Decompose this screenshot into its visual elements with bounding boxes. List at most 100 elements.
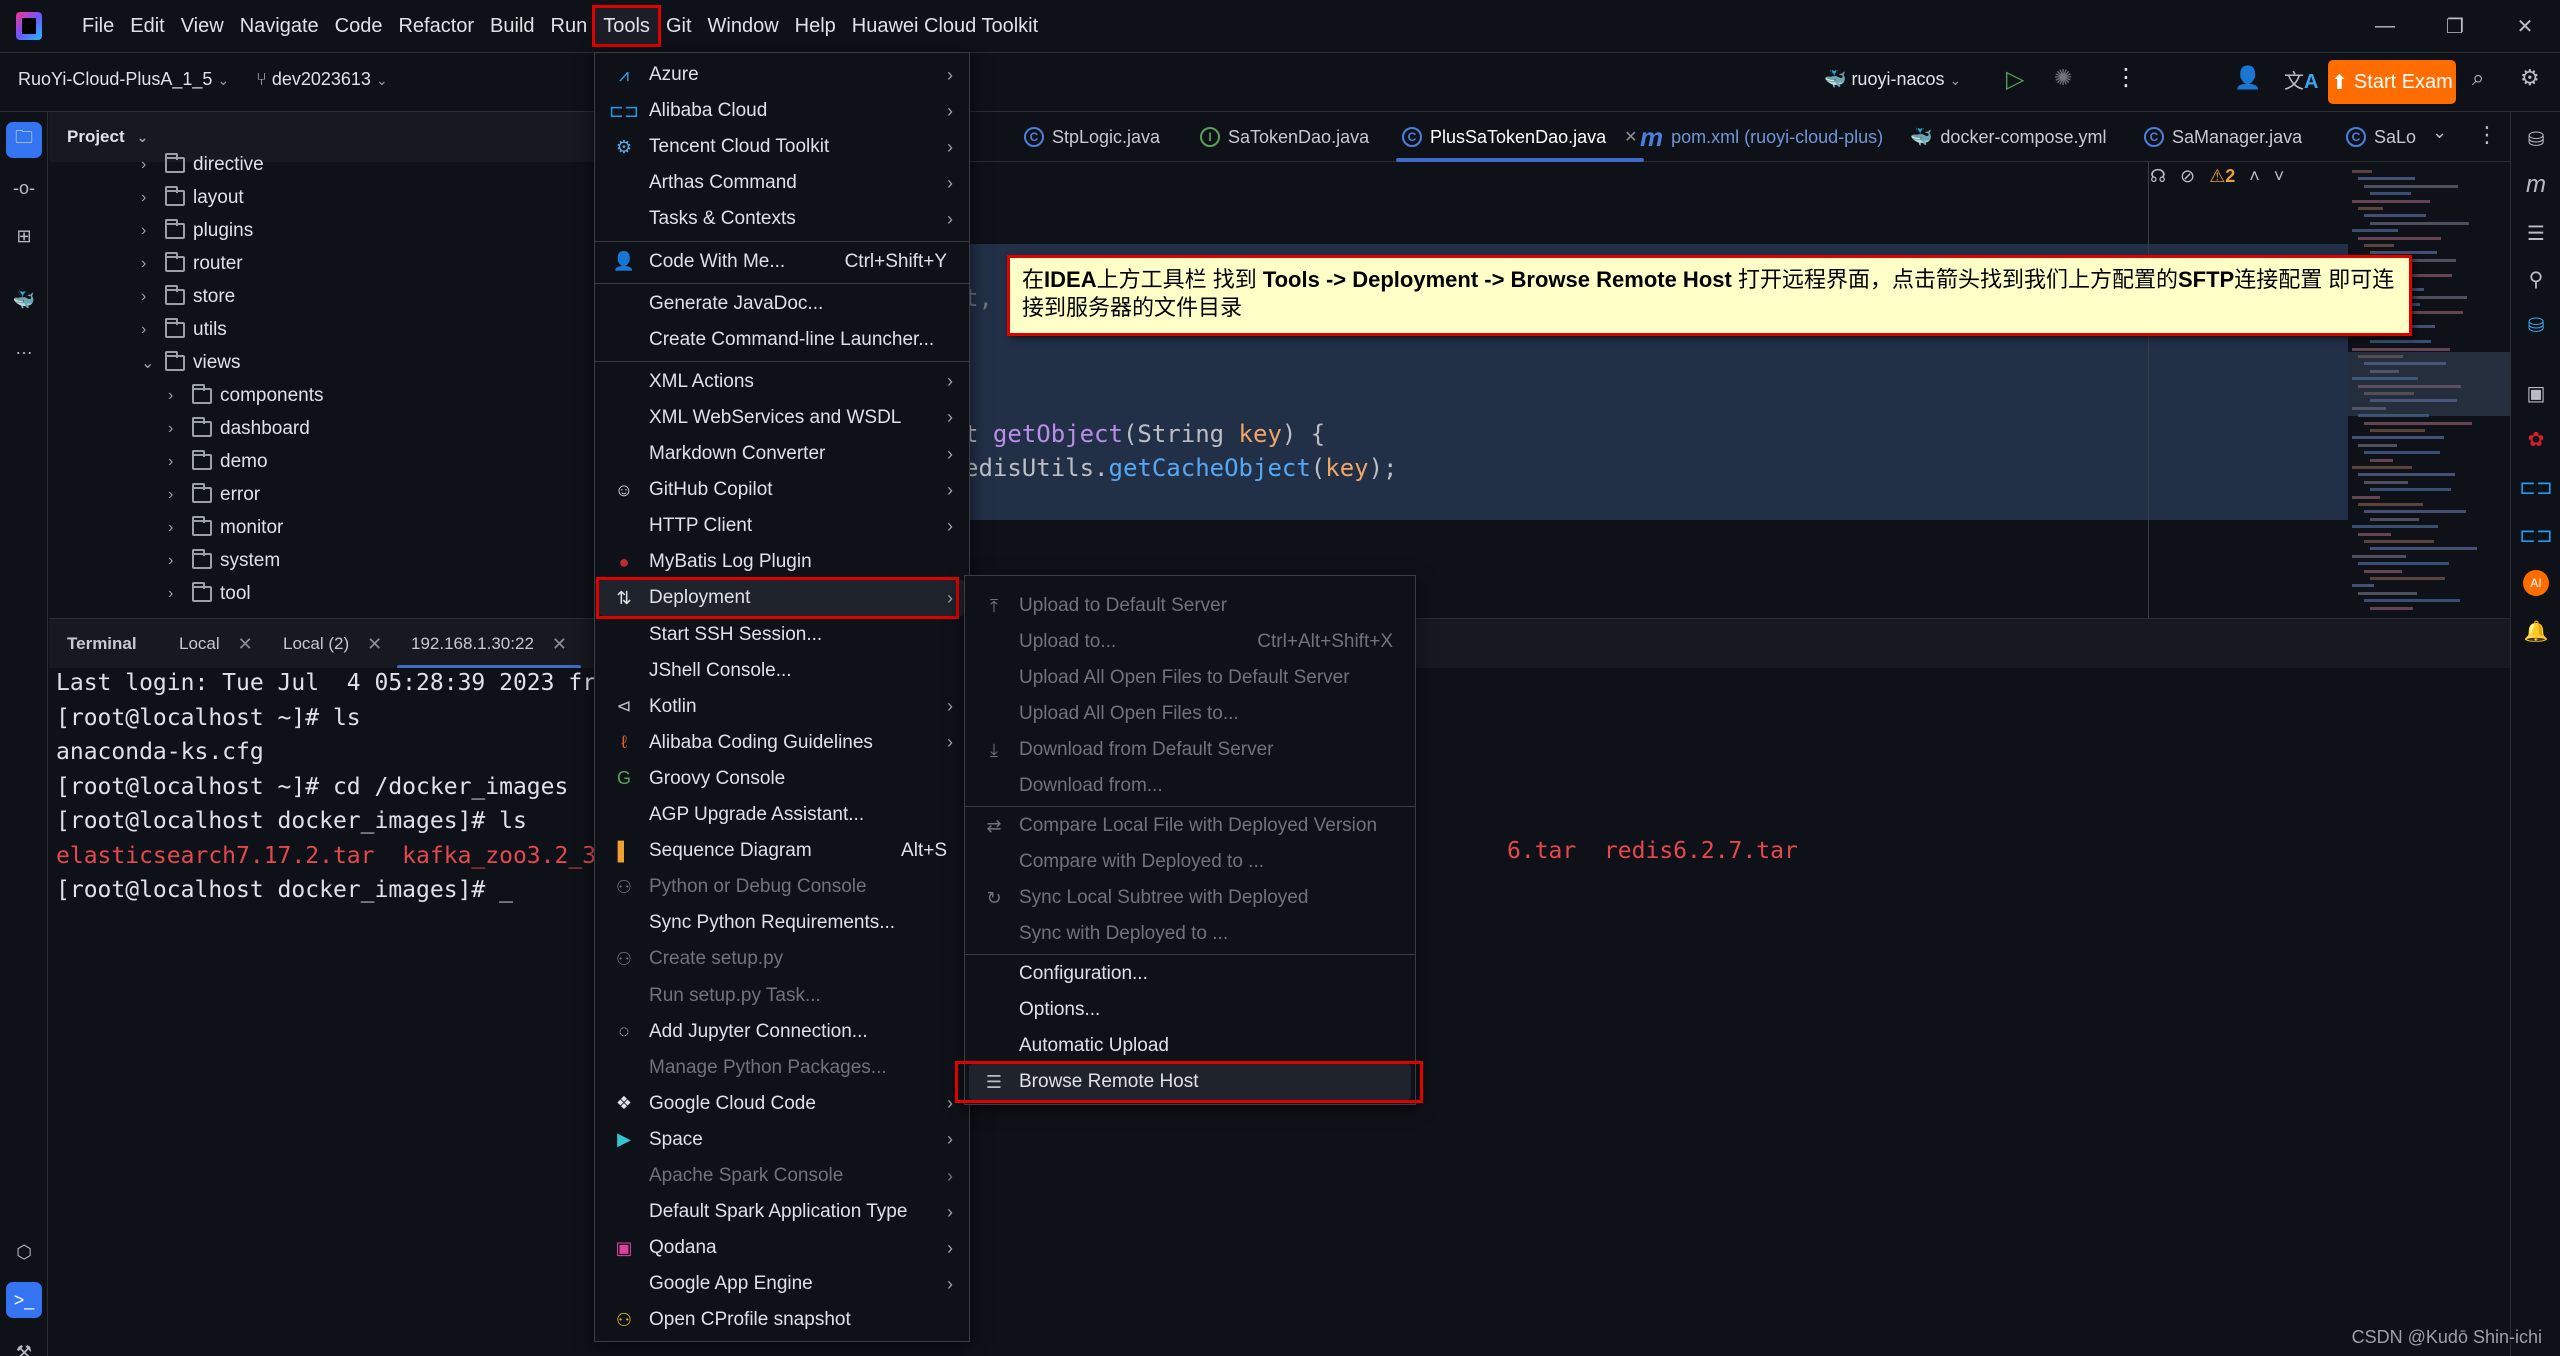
huawei-icon[interactable]: ✿ [2521, 424, 2551, 454]
menu-item-xml-webservices-and-wsdl[interactable]: XML WebServices and WSDL › [599, 400, 965, 436]
docker-icon[interactable]: 🐳 [6, 282, 42, 318]
menu-item-python-or-debug-console[interactable]: ⚇ Python or Debug Console [599, 869, 965, 905]
tree-item-plugins[interactable]: › plugins [141, 214, 253, 247]
menu-item-google-app-engine[interactable]: Google App Engine › [599, 1266, 965, 1302]
menu-code[interactable]: Code [327, 8, 391, 44]
chevron-right-icon[interactable]: › [141, 321, 165, 339]
menu-item-upload-to[interactable]: Upload to... Ctrl+Alt+Shift+X [969, 624, 1411, 660]
notifications-bell-icon[interactable]: 🔔 [2521, 616, 2551, 646]
menu-item-alibaba-coding-guidelines[interactable]: ℓ Alibaba Coding Guidelines › [599, 725, 965, 761]
close-tab-icon[interactable]: ✕ [1624, 127, 1637, 147]
menu-item-http-client[interactable]: HTTP Client › [599, 508, 965, 544]
more-actions-icon[interactable]: ⋮ [2114, 63, 2138, 92]
chevron-right-icon[interactable]: › [168, 453, 192, 471]
minimap-viewport[interactable] [2348, 352, 2510, 416]
menu-item-create-command-line-launcher[interactable]: Create Command-line Launcher... [599, 322, 965, 358]
menu-item-tencent-cloud-toolkit[interactable]: ⚙ Tencent Cloud Toolkit › [599, 129, 965, 165]
terminal-tab[interactable]: Local ✕ [179, 619, 253, 669]
code-with-me-icon[interactable]: 👤 [2234, 65, 2261, 91]
chevron-right-icon[interactable]: › [141, 255, 165, 273]
menu-item-qodana[interactable]: ▣ Qodana › [599, 1230, 965, 1266]
ai-assistant-icon[interactable]: ☊ [2150, 166, 2166, 187]
chevron-right-icon[interactable]: › [141, 222, 165, 240]
editor-tab[interactable]: m pom.xml (ruoyi-cloud-plus) [1640, 112, 1883, 162]
close-tab-icon[interactable]: ✕ [552, 634, 567, 655]
menu-item-default-spark-application-type[interactable]: Default Spark Application Type › [599, 1194, 965, 1230]
menu-item-space[interactable]: ▶ Space › [599, 1122, 965, 1158]
tree-item-router[interactable]: › router [141, 247, 243, 280]
menu-git[interactable]: Git [658, 8, 700, 44]
menu-item-upload-all-open-files-to[interactable]: Upload All Open Files to... [969, 696, 1411, 732]
menu-item-mybatis-log-plugin[interactable]: ● MyBatis Log Plugin [599, 544, 965, 580]
terminal-tab[interactable]: Local (2) ✕ [283, 619, 382, 669]
menu-item-google-cloud-code[interactable]: ❖ Google Cloud Code › [599, 1086, 965, 1122]
project-folder-icon[interactable]: 🗀 [6, 122, 42, 158]
remote-host-icon[interactable]: ☰ [2521, 218, 2551, 248]
menu-item-run-setup-py-task[interactable]: Run setup.py Task... [599, 978, 965, 1014]
menu-item-options[interactable]: Options... [969, 992, 1411, 1028]
tree-item-tool[interactable]: › tool [168, 577, 251, 610]
tree-item-demo[interactable]: › demo [168, 445, 268, 478]
tree-item-components[interactable]: › components [168, 379, 324, 412]
debug-icon[interactable]: ✺ [2054, 65, 2072, 91]
editor-tab[interactable]: C SaManager.java [2144, 112, 2302, 162]
previous-highlight-icon[interactable]: ˄ [2249, 166, 2260, 187]
menu-item-kotlin[interactable]: ⊲ Kotlin › [599, 689, 965, 725]
menu-tools[interactable]: Tools [592, 5, 661, 47]
more-tools-icon[interactable]: … [6, 330, 42, 366]
restore-button[interactable]: ❐ [2420, 0, 2490, 52]
tree-item-layout[interactable]: › layout [141, 181, 244, 214]
translate-icon[interactable]: 文A [2284, 65, 2318, 94]
menu-build[interactable]: Build [482, 8, 542, 44]
menu-help[interactable]: Help [787, 8, 844, 44]
reader-mode-icon[interactable]: ⊘ [2180, 166, 2195, 187]
terminal-icon[interactable]: >_ [6, 1282, 42, 1318]
menu-item-create-setup-py[interactable]: ⚇ Create setup.py [599, 941, 965, 977]
db-stack-icon[interactable]: ⛁ [2521, 310, 2551, 340]
chevron-right-icon[interactable]: › [168, 519, 192, 537]
commit-icon[interactable]: -o- [6, 170, 42, 206]
menu-item-arthas-command[interactable]: Arthas Command › [599, 165, 965, 201]
chevron-right-icon[interactable]: › [168, 552, 192, 570]
run-icon[interactable]: ▷ [2006, 65, 2024, 94]
close-tab-icon[interactable]: ✕ [367, 634, 382, 655]
ai-plugin-icon[interactable]: AI [2523, 570, 2549, 596]
menu-item-github-copilot[interactable]: ☺ GitHub Copilot › [599, 472, 965, 508]
branch-selector[interactable]: ⑂ dev2023613 ⌄ [256, 69, 388, 90]
alibaba-cloud-icon[interactable]: ⊏⊐ [2519, 520, 2553, 550]
menu-item-automatic-upload[interactable]: Automatic Upload [969, 1028, 1411, 1064]
menu-view[interactable]: View [173, 8, 232, 44]
menu-item-alibaba-cloud[interactable]: ⊏⊐ Alibaba Cloud › [599, 93, 965, 129]
menu-item-xml-actions[interactable]: XML Actions › [599, 364, 965, 400]
settings-gear-icon[interactable]: ⚙ [2520, 65, 2540, 91]
tree-item-store[interactable]: › store [141, 280, 235, 313]
menu-item-agp-upgrade-assistant[interactable]: AGP Upgrade Assistant... [599, 797, 965, 833]
menu-item-azure[interactable]: ⩘ Azure › [599, 57, 965, 93]
tree-item-error[interactable]: › error [168, 478, 260, 511]
menu-item-sequence-diagram[interactable]: ▌ Sequence Diagram Alt+S [599, 833, 965, 869]
tree-item-system[interactable]: › system [168, 544, 280, 577]
tabs-dropdown-icon[interactable]: ⌄ [2432, 122, 2447, 143]
menu-item-add-jupyter-connection[interactable]: ◌ Add Jupyter Connection... [599, 1014, 965, 1050]
menu-item-groovy-console[interactable]: G Groovy Console [599, 761, 965, 797]
menu-item-compare-local-file-with-deployed-version[interactable]: ⇄ Compare Local File with Deployed Versio… [969, 808, 1411, 844]
structure-icon[interactable]: ⊞ [6, 218, 42, 254]
editor-tab[interactable]: C StpLogic.java [1024, 112, 1160, 162]
menu-item-start-ssh-session[interactable]: Start SSH Session... [599, 617, 965, 653]
menu-item-tasks-contexts[interactable]: Tasks & Contexts › [599, 201, 965, 237]
menu-item-configuration[interactable]: Configuration... [969, 956, 1411, 992]
editor-tab[interactable]: C SaLo [2346, 112, 2416, 162]
translation-book-icon[interactable]: ▣ [2521, 378, 2551, 408]
tree-item-directive[interactable]: › directive [141, 148, 264, 181]
menu-item-markdown-converter[interactable]: Markdown Converter › [599, 436, 965, 472]
close-tab-icon[interactable]: ✕ [238, 634, 253, 655]
tabs-more-icon[interactable]: ⋮ [2476, 122, 2498, 148]
menu-item-code-with-me[interactable]: 👤 Code With Me... Ctrl+Shift+Y [599, 244, 965, 280]
menu-item-manage-python-packages[interactable]: Manage Python Packages... [599, 1050, 965, 1086]
menu-navigate[interactable]: Navigate [232, 8, 327, 44]
warning-icon[interactable]: ⚠2 [2209, 166, 2235, 187]
tree-item-dashboard[interactable]: › dashboard [168, 412, 310, 445]
menu-item-apache-spark-console[interactable]: Apache Spark Console › [599, 1158, 965, 1194]
run-config-selector[interactable]: 🐳 ruoyi-nacos ⌄ [1824, 69, 1961, 90]
terminal-tab[interactable]: 192.168.1.30:22 ✕ [397, 619, 581, 669]
